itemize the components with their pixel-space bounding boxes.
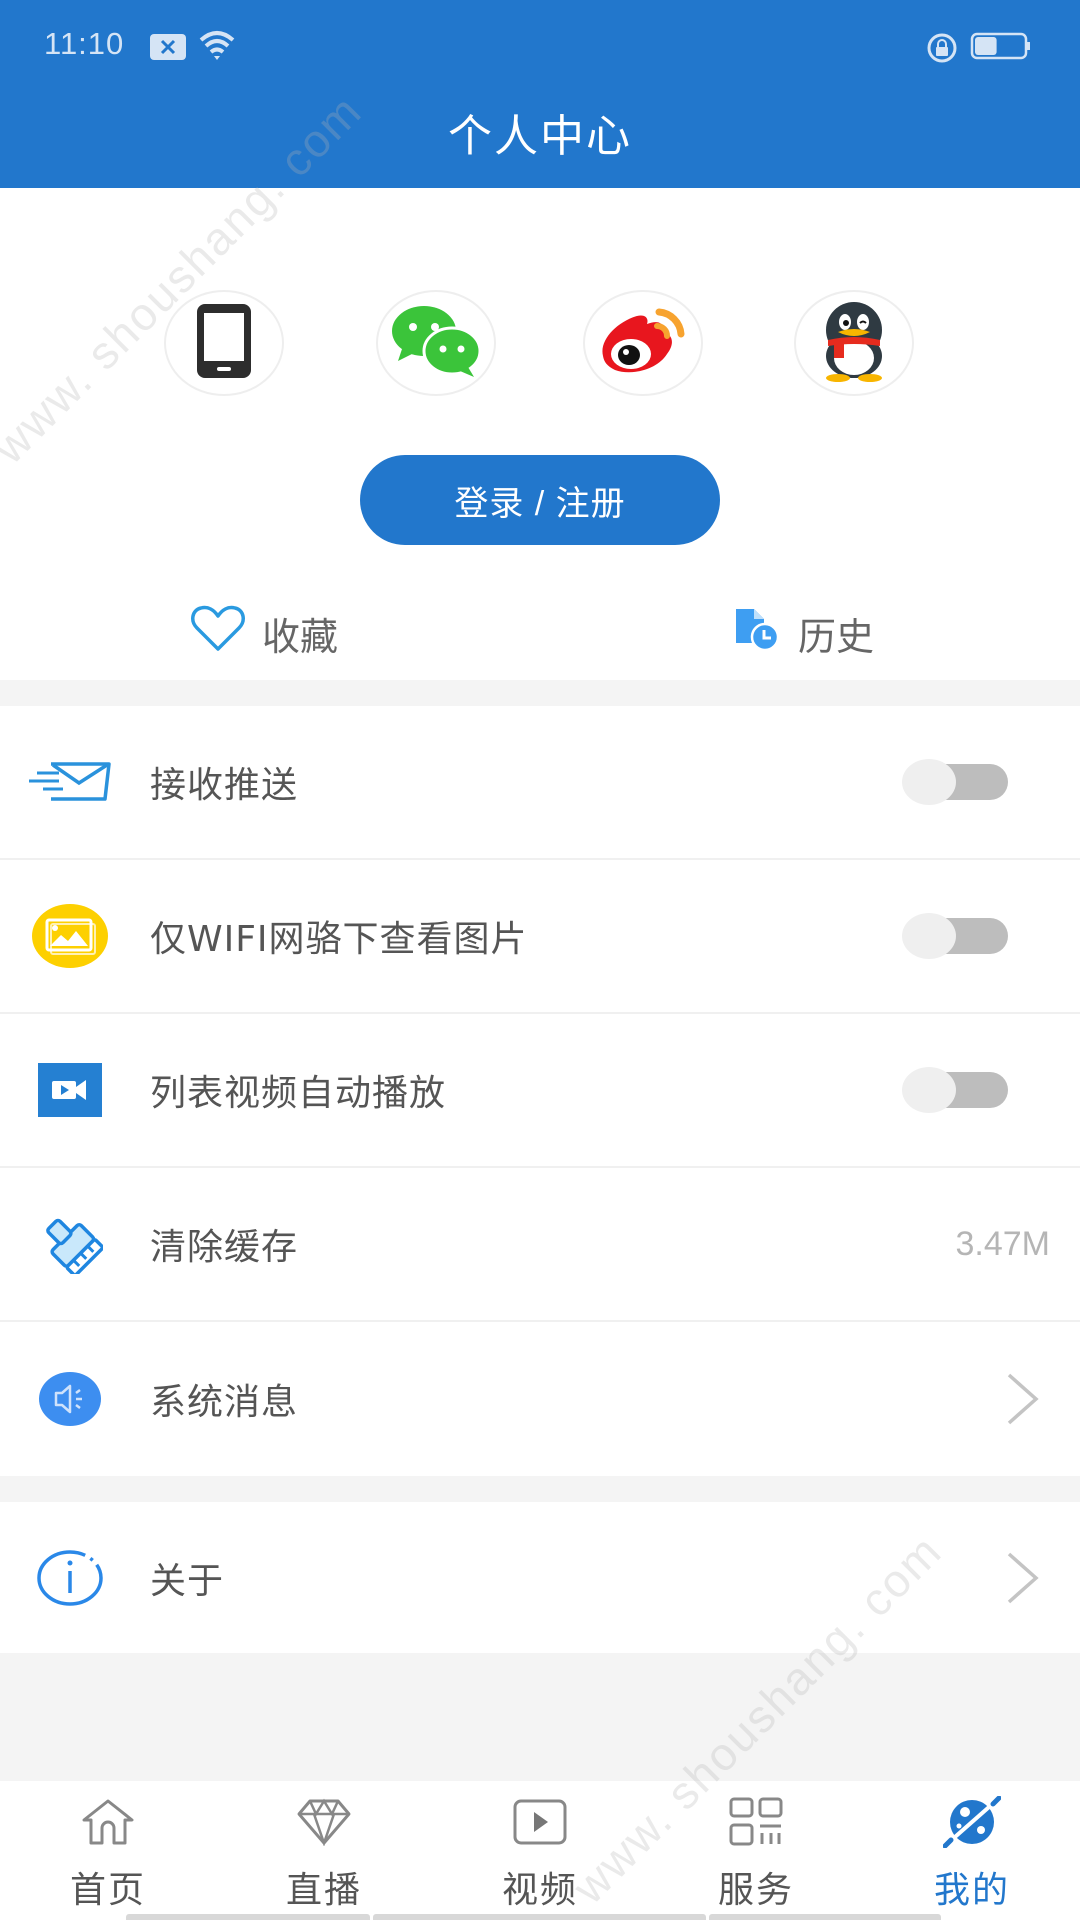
video-camera-icon — [28, 1048, 112, 1132]
push-notification-label: 接收推送 — [150, 765, 299, 806]
login-section: 登录 / 注册 收藏 历史 — [0, 188, 1080, 680]
app-header: 11:10 个人中心 — [0, 0, 1080, 188]
phone-login-button[interactable] — [164, 290, 284, 396]
nav-indicator — [126, 1914, 370, 1920]
weibo-icon — [595, 304, 691, 382]
tab-mine[interactable]: 我的 — [864, 1781, 1080, 1920]
play-icon — [511, 1795, 569, 1849]
login-register-button[interactable]: 登录 / 注册 — [360, 455, 720, 545]
system-messages-label: 系统消息 — [150, 1382, 299, 1423]
history-icon — [734, 607, 782, 660]
tab-video[interactable]: 视频 — [432, 1781, 648, 1920]
battery-icon — [970, 32, 1032, 64]
video-autoplay-label: 列表视频自动播放 — [150, 1073, 447, 1114]
wechat-icon — [390, 305, 482, 381]
diamond-icon — [295, 1795, 353, 1849]
home-icon — [79, 1795, 137, 1849]
system-messages-row[interactable]: 系统消息 — [0, 1322, 1080, 1476]
wifi-images-label: 仅WIFI网骆下查看图片 — [150, 919, 528, 960]
video-autoplay-toggle[interactable] — [902, 1067, 1008, 1113]
tab-label: 我的 — [933, 1870, 1010, 1911]
info-icon — [28, 1536, 112, 1620]
chevron-right-icon — [1006, 1551, 1040, 1605]
settings-group: 接收推送 仅WIFI网骆下查看图片 列表视频自动播放 清除缓存 3.47M 系统… — [0, 706, 1080, 1476]
history-link[interactable]: 历史 — [734, 607, 875, 660]
nav-indicator — [709, 1914, 941, 1920]
about-label: 关于 — [150, 1560, 225, 1602]
tab-label: 直播 — [285, 1870, 362, 1911]
push-notification-toggle[interactable] — [902, 759, 1008, 805]
nav-indicator — [373, 1914, 706, 1920]
mail-send-icon — [28, 740, 112, 824]
status-time: 11:10 — [44, 26, 125, 61]
phone-icon — [195, 302, 253, 384]
video-autoplay-row: 列表视频自动播放 — [0, 1014, 1080, 1168]
bottom-tab-bar: 首页 直播 视频 服务 我的 — [0, 1781, 1080, 1920]
tab-label: 服务 — [717, 1870, 794, 1911]
history-label: 历史 — [798, 614, 875, 659]
tab-live[interactable]: 直播 — [216, 1781, 432, 1920]
wifi-images-row: 仅WIFI网骆下查看图片 — [0, 860, 1080, 1014]
clear-cache-label: 清除缓存 — [150, 1227, 299, 1268]
heart-icon — [190, 605, 246, 662]
about-row[interactable]: 关于 — [0, 1502, 1080, 1653]
rotation-lock-icon — [926, 32, 960, 68]
grid-icon — [727, 1795, 785, 1849]
qq-icon — [816, 300, 892, 386]
wechat-login-button[interactable] — [376, 290, 496, 396]
about-group: 关于 — [0, 1502, 1080, 1653]
chevron-right-icon — [1006, 1372, 1040, 1426]
qq-login-button[interactable] — [794, 290, 914, 396]
wifi-icon — [198, 30, 236, 66]
weibo-login-button[interactable] — [583, 290, 703, 396]
sim-error-icon — [150, 34, 186, 64]
push-notification-row: 接收推送 — [0, 706, 1080, 860]
image-icon — [28, 894, 112, 978]
tab-label: 首页 — [69, 1870, 146, 1911]
tab-services[interactable]: 服务 — [648, 1781, 864, 1920]
page-title: 个人中心 — [448, 111, 632, 162]
brush-icon — [28, 1202, 112, 1286]
speaker-icon — [28, 1357, 112, 1441]
favorites-link[interactable]: 收藏 — [190, 605, 339, 659]
favorites-label: 收藏 — [262, 614, 339, 659]
cache-size-value: 3.47M — [955, 1224, 1051, 1263]
tab-label: 视频 — [501, 1870, 578, 1911]
clear-cache-row[interactable]: 清除缓存 3.47M — [0, 1168, 1080, 1322]
planet-icon — [943, 1795, 1001, 1849]
tab-home[interactable]: 首页 — [0, 1781, 216, 1920]
wifi-images-toggle[interactable] — [902, 913, 1008, 959]
